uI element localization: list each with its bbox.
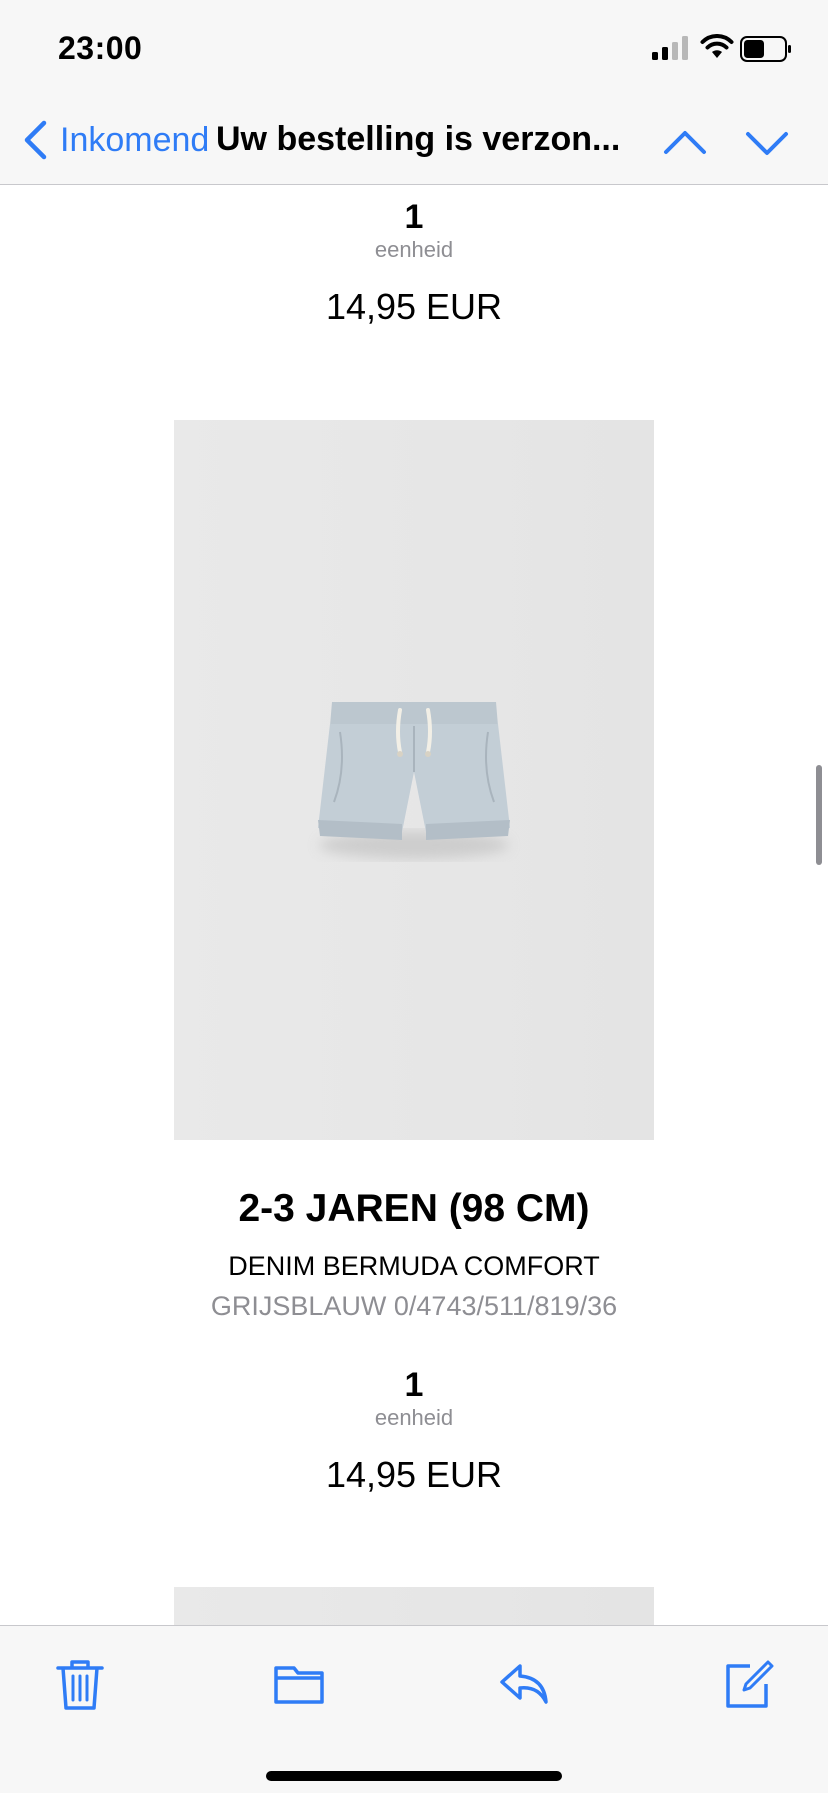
item-quantity-block: 1 eenheid 14,95 EUR: [0, 197, 828, 329]
chevron-up-icon[interactable]: [662, 122, 708, 162]
item-price: 14,95 EUR: [325, 286, 503, 327]
mail-nav-bar: Inkomend Uw bestelling is verzon...: [0, 96, 828, 185]
item-quantity: 1: [404, 1366, 424, 1404]
status-time: 23:00: [58, 30, 143, 66]
item-price: 14,95 EUR: [325, 1454, 503, 1495]
item-unit: eenheid: [374, 237, 454, 262]
product-size: 2-3 JAREN (98 CM): [238, 1187, 590, 1230]
product-image[interactable]: [174, 420, 654, 1140]
folder-icon[interactable]: [272, 1656, 328, 1712]
chevron-left-icon: [24, 120, 47, 160]
reply-icon[interactable]: [496, 1656, 552, 1712]
item-unit: eenheid: [374, 1405, 454, 1430]
back-button[interactable]: Inkomend: [22, 118, 209, 162]
product-name: DENIM BERMUDA COMFORT: [228, 1251, 600, 1281]
mail-toolbar: [0, 1625, 828, 1793]
compose-icon[interactable]: [720, 1656, 776, 1712]
status-bar: 23:00: [0, 0, 828, 96]
message-subject: Uw bestelling is verzon...: [216, 120, 621, 158]
next-product-image[interactable]: [174, 1587, 654, 1625]
back-label: Inkomend: [60, 120, 210, 159]
email-body[interactable]: 1 eenheid 14,95 EUR 2-3 JAREN (98 CM) DE…: [0, 185, 828, 1625]
product-reference: GRIJSBLAUW 0/4743/511/819/36: [210, 1291, 618, 1321]
item-quantity: 1: [404, 198, 424, 236]
home-indicator[interactable]: [266, 1771, 562, 1781]
trash-icon[interactable]: [52, 1656, 108, 1712]
battery-icon: [740, 36, 791, 62]
scroll-indicator[interactable]: [816, 765, 822, 865]
wifi-icon: [700, 34, 734, 58]
shorts-image: [318, 702, 510, 859]
cellular-signal-icon: [652, 36, 688, 60]
chevron-down-icon[interactable]: [744, 122, 790, 162]
item-quantity-block: 1 eenheid 14,95 EUR: [0, 1365, 828, 1497]
